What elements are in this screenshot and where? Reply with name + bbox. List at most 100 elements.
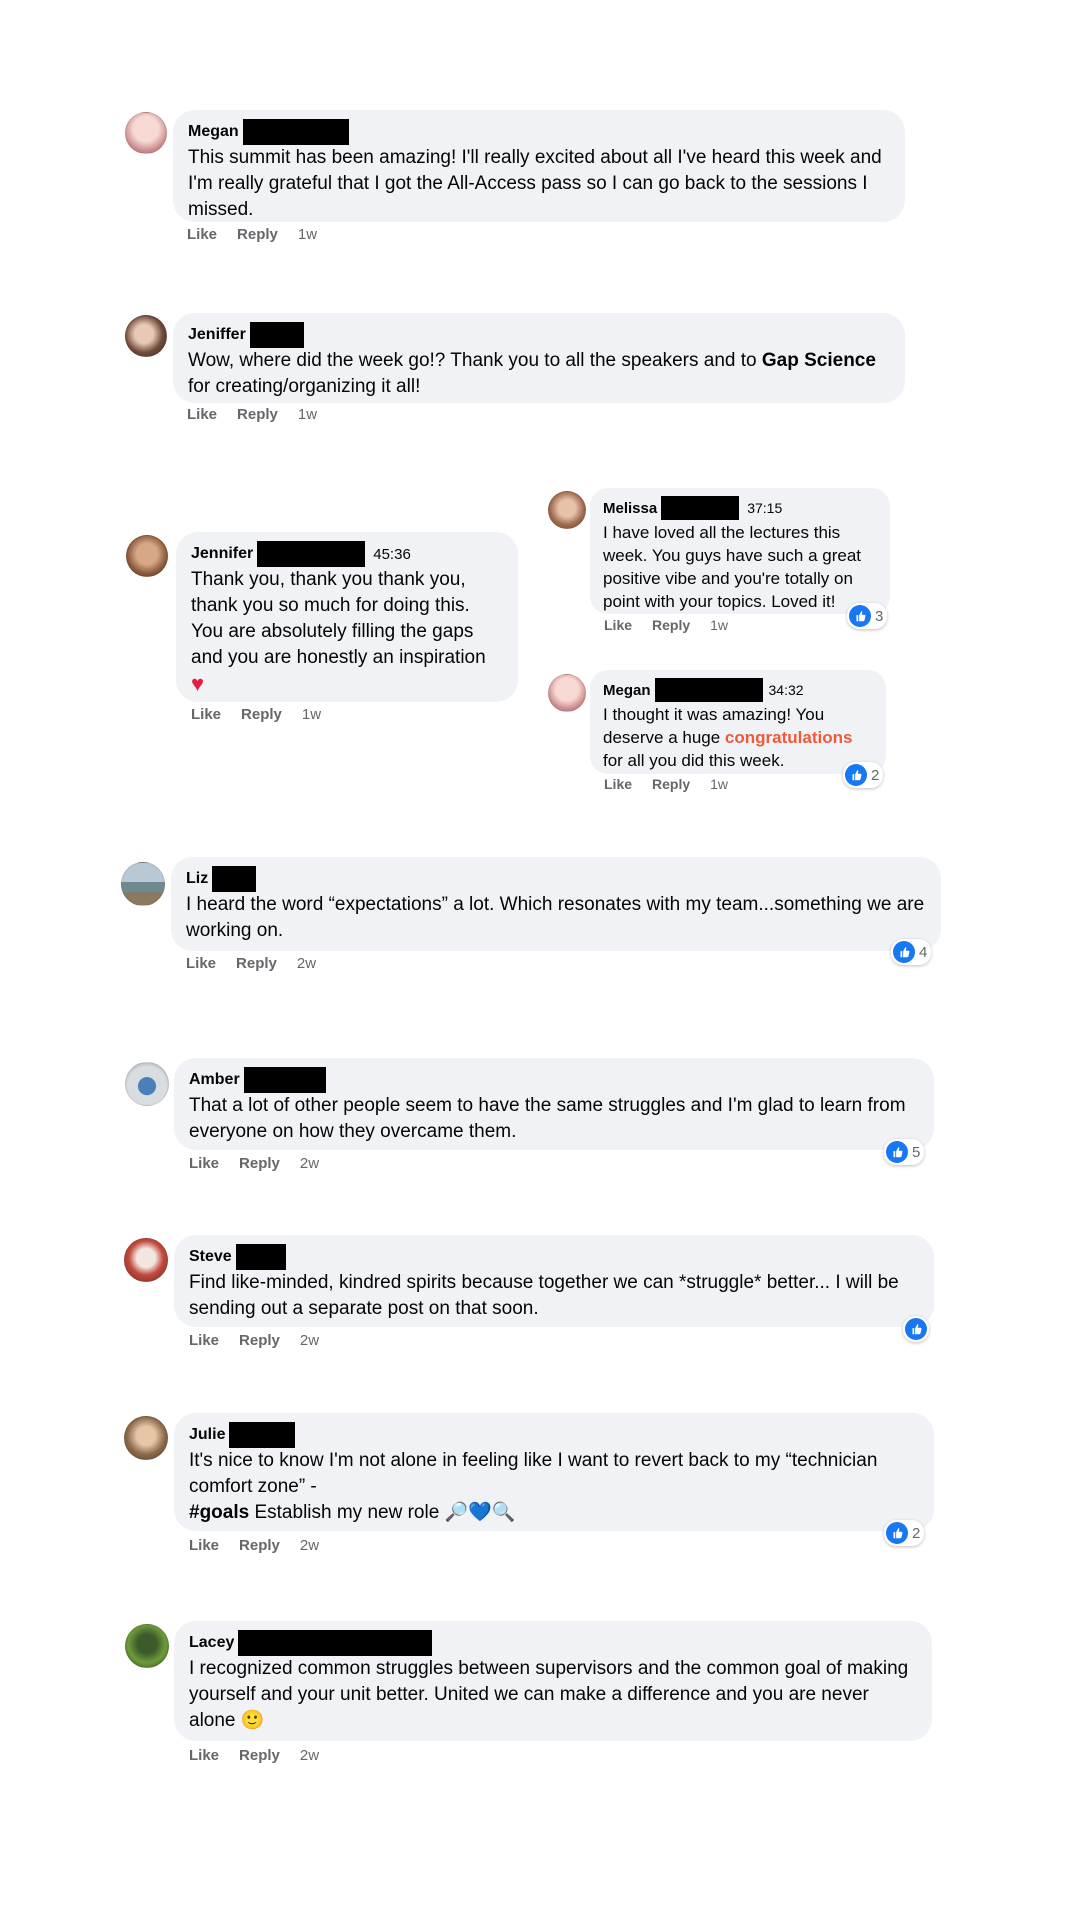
comment-bubble: Jennifer 45:36 Thank you, thank you than… [176,532,518,702]
avatar[interactable] [125,112,167,154]
comment-bubble: Melissa 37:15 I have loved all the lectu… [590,488,890,614]
like-icon [886,1141,908,1163]
redacted-surname [654,678,763,702]
comment-text: I heard the word “expectations” a lot. W… [186,894,930,941]
reply-button[interactable]: Reply [239,1155,280,1172]
author-name[interactable]: Jennifer [191,545,253,563]
like-icon [849,605,871,627]
timestamp[interactable]: 2w [300,1155,319,1172]
comment-bubble: Amber That a lot of other people seem to… [174,1058,934,1150]
like-button[interactable]: Like [186,955,216,972]
timestamp[interactable]: 2w [300,1747,319,1764]
like-icon [845,764,867,786]
reply-button[interactable]: Reply [237,406,278,423]
comment-actions: Like Reply 2w [189,1537,319,1554]
reply-button[interactable]: Reply [236,955,277,972]
comment-text: I have loved all the lectures this week.… [603,523,866,611]
reply-button[interactable]: Reply [239,1332,280,1349]
comment-actions: Like Reply 1w [187,226,317,243]
timestamp[interactable]: 1w [710,776,728,792]
video-timestamp[interactable]: 45:36 [373,546,411,563]
redacted-surname [243,1067,326,1093]
page-mention[interactable]: Gap Science [762,350,876,371]
timestamp[interactable]: 1w [710,617,728,633]
like-button[interactable]: Like [189,1155,219,1172]
comment-bubble: Steve Find like-minded, kindred spirits … [174,1235,934,1327]
smiley-icon: 🙂 [240,1710,265,1731]
author-name[interactable]: Julie [189,1426,225,1444]
timestamp[interactable]: 1w [302,706,321,723]
like-button[interactable]: Like [604,617,632,633]
reply-button[interactable]: Reply [239,1537,280,1554]
comment-bubble: Megan 34:32 I thought it was amazing! Yo… [590,670,886,774]
emoji-icon: 🔎💙🔍 [444,1502,516,1523]
avatar[interactable] [121,862,165,906]
like-icon [905,1318,927,1340]
comment-actions: Like Reply 1w [187,406,317,423]
avatar[interactable] [548,491,586,529]
comment-text: It's nice to know I'm not alone in feeli… [189,1450,883,1523]
author-name[interactable]: Melissa [603,500,657,517]
avatar[interactable] [548,674,586,712]
comment-text: This summit has been amazing! I'll reall… [188,147,887,220]
video-timestamp[interactable]: 34:32 [769,682,804,698]
author-name[interactable]: Steve [189,1248,232,1266]
reaction-count[interactable]: 5 [884,1139,925,1165]
reply-button[interactable]: Reply [241,706,282,723]
reaction-count[interactable] [903,1316,929,1342]
timestamp[interactable]: 2w [300,1332,319,1349]
avatar[interactable] [125,1624,169,1668]
author-name[interactable]: Lacey [189,1634,234,1652]
like-button[interactable]: Like [187,226,217,243]
timestamp[interactable]: 2w [300,1537,319,1554]
reply-button[interactable]: Reply [652,776,690,792]
like-button[interactable]: Like [189,1747,219,1764]
like-icon [886,1522,908,1544]
comment-bubble: Julie It's nice to know I'm not alone in… [174,1413,934,1531]
comment-bubble: Lacey I recognized common struggles betw… [174,1621,932,1741]
author-name[interactable]: Amber [189,1071,240,1089]
reaction-count[interactable]: 2 [884,1520,925,1546]
reply-button[interactable]: Reply [652,617,690,633]
like-button[interactable]: Like [187,406,217,423]
like-button[interactable]: Like [191,706,221,723]
author-name[interactable]: Jeniffer [188,326,246,344]
like-button[interactable]: Like [604,776,632,792]
redacted-surname [249,322,304,348]
avatar[interactable] [125,1062,169,1106]
redacted-surname [242,119,349,145]
comment-actions: Like Reply 2w [189,1747,319,1764]
reply-button[interactable]: Reply [239,1747,280,1764]
redacted-surname [238,1630,433,1656]
hashtag[interactable]: #goals [189,1502,249,1523]
like-icon [893,941,915,963]
timestamp[interactable]: 1w [298,406,317,423]
reaction-count[interactable]: 4 [891,939,932,965]
highlighted-word: congratulations [724,728,853,747]
avatar[interactable] [124,1416,168,1460]
avatar[interactable] [126,535,168,577]
comment-bubble: Liz I heard the word “expectations” a lo… [171,857,941,951]
video-timestamp[interactable]: 37:15 [747,500,782,516]
comment-actions: Like Reply 2w [189,1155,319,1172]
heart-icon: ♥ [191,671,205,696]
comment-text: Find like-minded, kindred spirits becaus… [189,1272,904,1319]
comment-text: Thank you, thank you thank you, thank yo… [191,569,486,668]
like-button[interactable]: Like [189,1537,219,1554]
reply-button[interactable]: Reply [237,226,278,243]
reaction-count[interactable]: 2 [843,762,884,788]
author-name[interactable]: Megan [603,682,651,699]
author-name[interactable]: Megan [188,123,239,141]
timestamp[interactable]: 1w [298,226,317,243]
redacted-surname [235,1244,286,1270]
comment-actions: Like Reply 2w [186,955,316,972]
timestamp[interactable]: 2w [297,955,316,972]
author-name[interactable]: Liz [186,870,208,888]
redacted-surname [257,541,366,567]
comment-bubble: Jeniffer Wow, where did the week go!? Th… [173,313,905,403]
avatar[interactable] [125,315,167,357]
reaction-count[interactable]: 3 [847,603,888,629]
comment-actions: Like Reply 1w [604,617,728,633]
avatar[interactable] [124,1238,168,1282]
like-button[interactable]: Like [189,1332,219,1349]
